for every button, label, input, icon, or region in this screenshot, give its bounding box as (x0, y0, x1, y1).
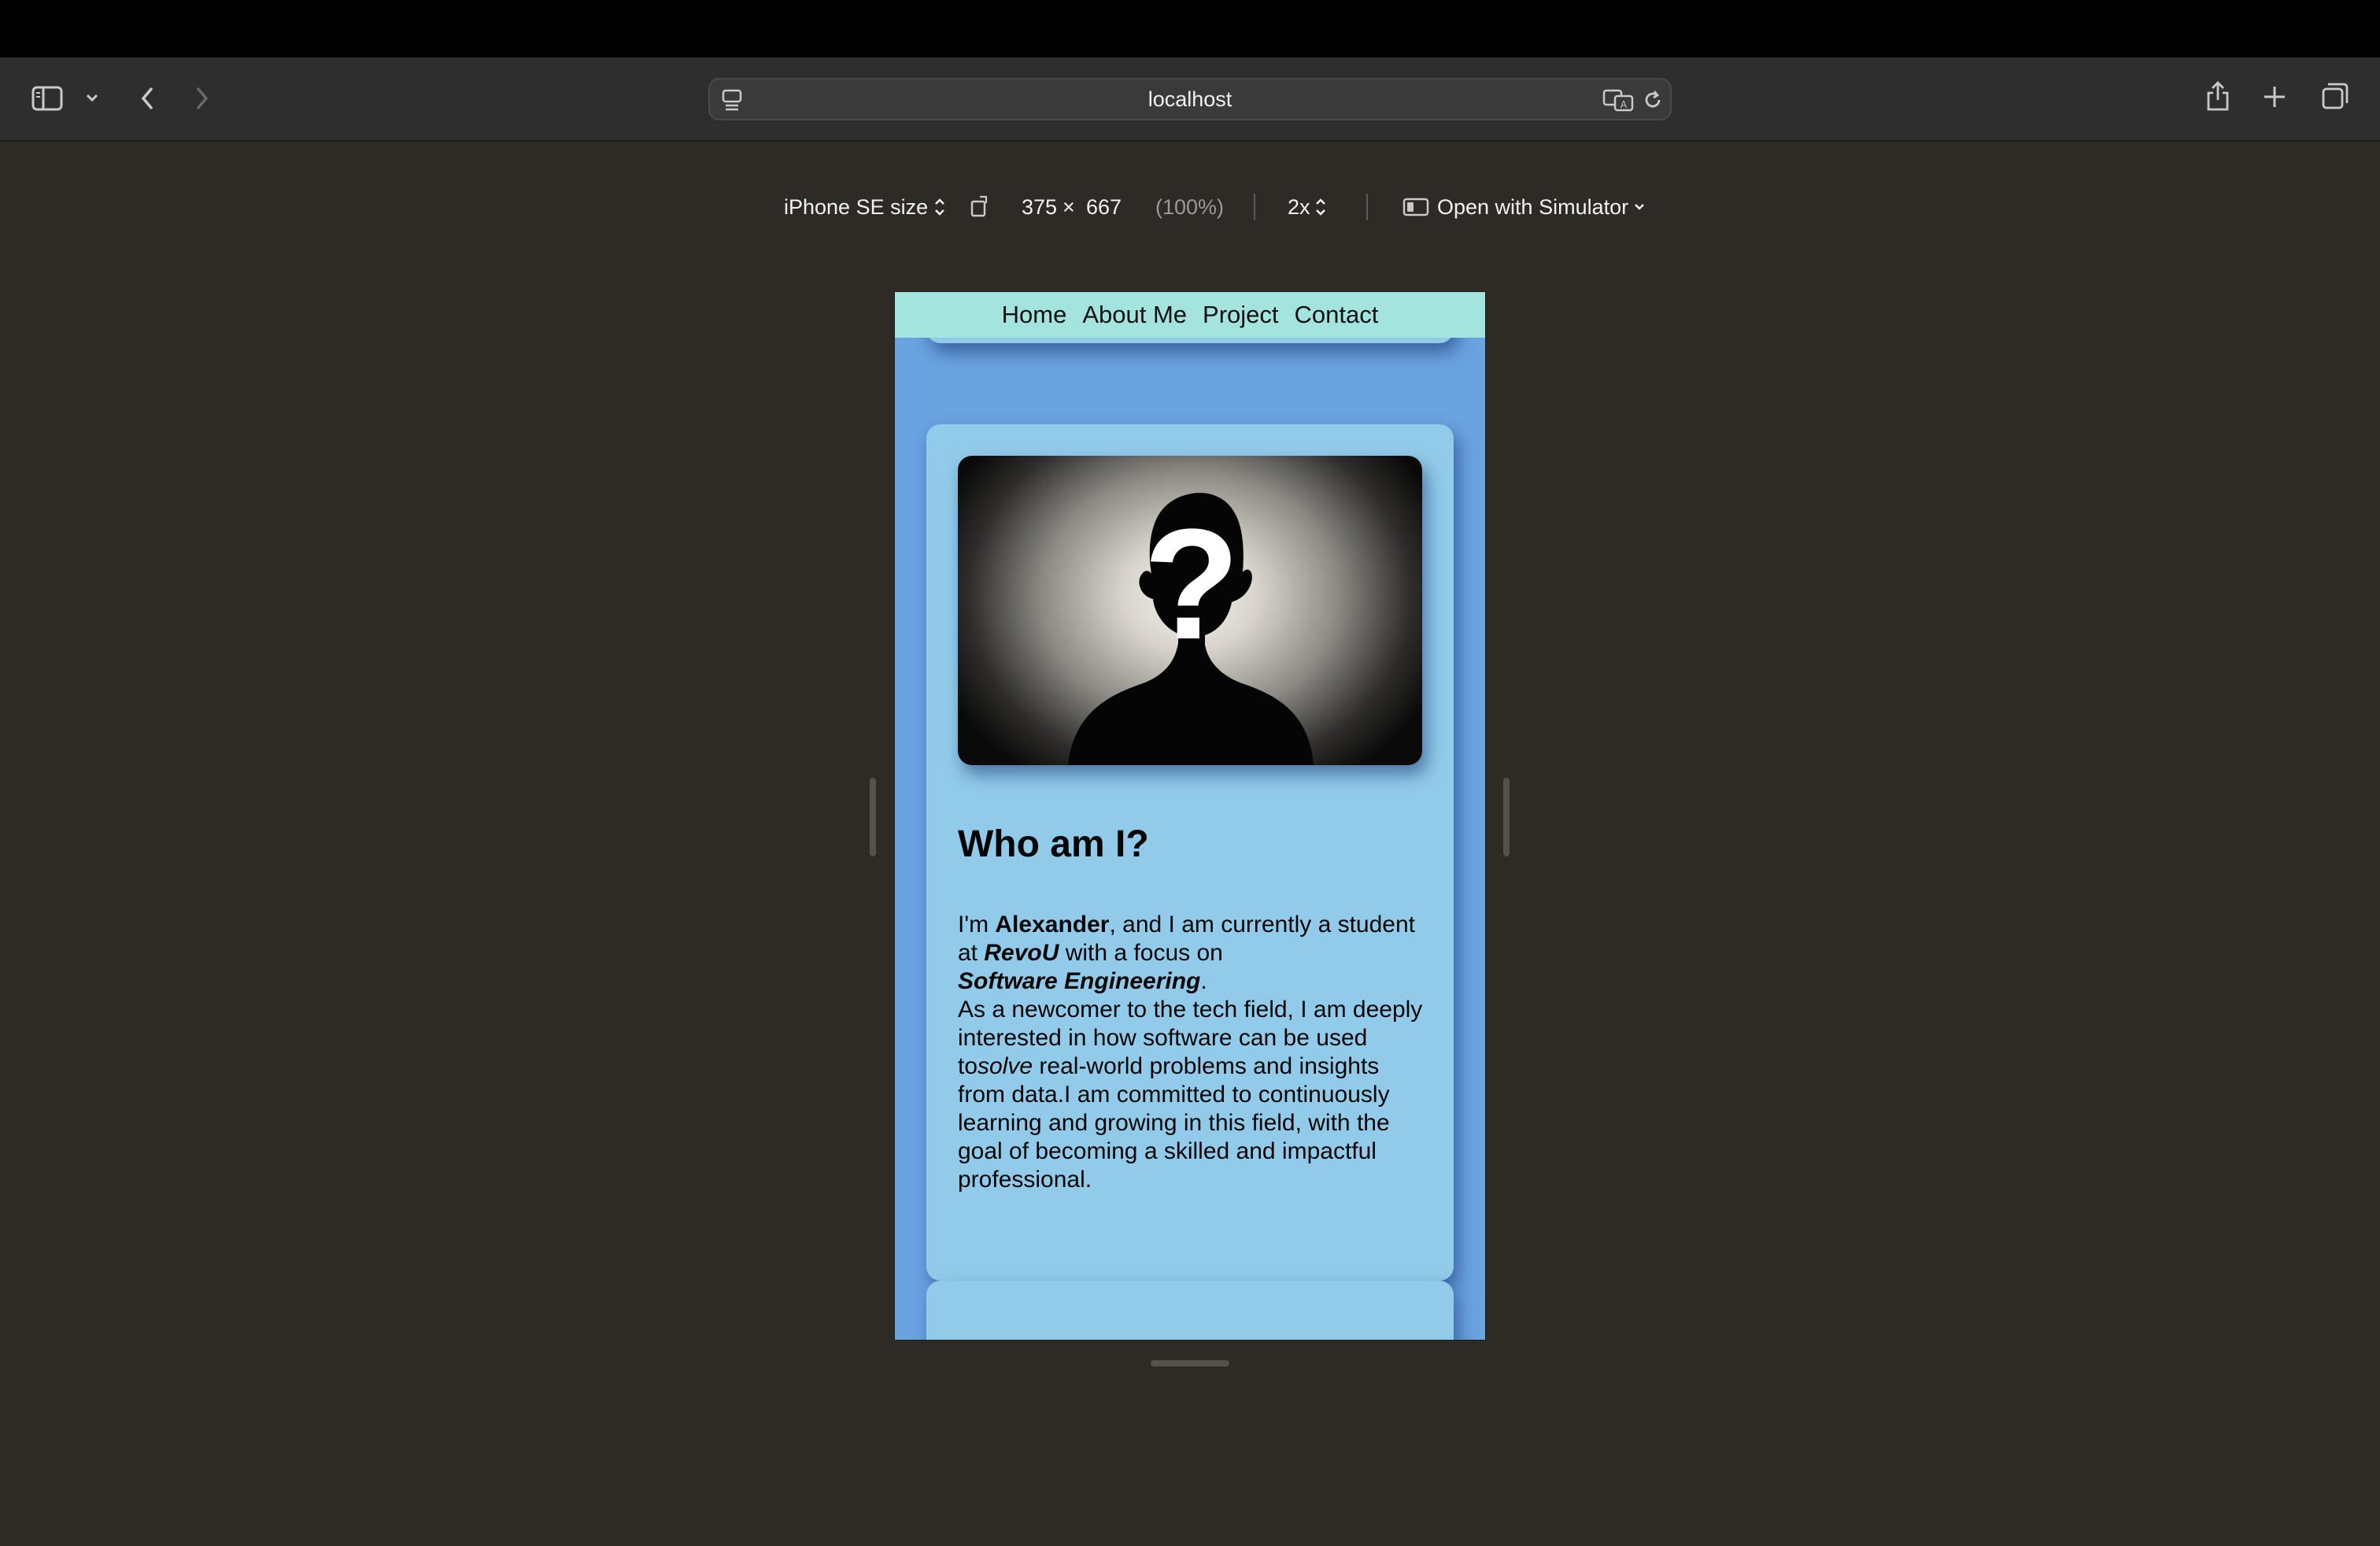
nav-project-link[interactable]: Project (1203, 301, 1278, 329)
tab-overview-icon[interactable] (2319, 80, 2352, 113)
simulator-icon (1402, 197, 1429, 217)
device-label: iPhone SE size (784, 194, 929, 219)
viewport-width[interactable]: 375 (1022, 179, 1057, 235)
browser-toolbar: localhost A (0, 57, 2380, 142)
menu-bar-area (0, 0, 2380, 57)
about-solve: solve (978, 1053, 1033, 1079)
silhouette-image: ? (1068, 493, 1314, 765)
sidebar-toggle-icon[interactable] (30, 81, 65, 116)
about-card: ? Who am I? I'm Alexander, and I am curr… (926, 424, 1454, 1281)
up-down-chevron-icon (934, 197, 945, 217)
responsive-design-toolbar: iPhone SE size 375 × 667 (100%) 2x Open … (0, 179, 2380, 235)
rotate-icon[interactable] (966, 192, 993, 220)
about-name: Alexander (995, 912, 1110, 938)
address-bar[interactable]: localhost A (708, 78, 1672, 120)
about-text: I'm Alexander, and I am currently a stud… (958, 911, 1430, 1194)
device-viewport: Home About Me Project Contact ? Who am I… (895, 292, 1485, 1340)
profile-photo: ? (958, 456, 1422, 765)
chevron-down-icon[interactable] (80, 86, 104, 109)
viewport-height[interactable]: 667 (1086, 179, 1122, 235)
separator (1366, 194, 1368, 220)
about-text-part: with a focus on (1059, 940, 1223, 966)
about-focus: Software Engineering (958, 968, 1201, 994)
about-school: RevoU (984, 940, 1059, 966)
separator (1254, 194, 1255, 220)
about-text-part: I'm (958, 912, 996, 938)
nav-about-link[interactable]: About Me (1082, 301, 1187, 329)
share-icon[interactable] (2202, 76, 2234, 116)
nav-contact-link[interactable]: Contact (1295, 301, 1379, 329)
reload-icon[interactable] (1639, 86, 1667, 114)
svg-text:A: A (1621, 99, 1628, 110)
simulator-button[interactable]: Open with Simulator (1402, 179, 1646, 235)
new-tab-icon[interactable] (2259, 81, 2290, 113)
translate-icon[interactable]: A (1601, 86, 1635, 114)
device-select[interactable]: iPhone SE size (784, 179, 945, 235)
about-heading: Who am I? (958, 823, 1149, 865)
about-text-part: . (1200, 968, 1207, 994)
chevron-down-icon (1633, 202, 1646, 212)
nav-home-link[interactable]: Home (1002, 301, 1067, 329)
site-navbar: Home About Me Project Contact (895, 292, 1485, 338)
svg-text:?: ? (1144, 497, 1240, 672)
url-text: localhost (1148, 87, 1232, 111)
resize-handle-right[interactable] (1503, 778, 1510, 856)
up-down-chevron-icon (1315, 197, 1326, 217)
resize-handle-bottom[interactable] (1151, 1360, 1229, 1367)
simulator-label: Open with Simulator (1437, 194, 1629, 219)
resize-handle-left[interactable] (870, 778, 876, 856)
times-symbol: × (1062, 194, 1075, 219)
next-section-card (926, 1281, 1454, 1340)
forward-icon[interactable] (186, 81, 217, 116)
zoom-level: (100%) (1155, 194, 1225, 219)
back-icon[interactable] (132, 81, 164, 116)
scale-label: 2x (1288, 194, 1310, 219)
scale-select[interactable]: 2x (1288, 179, 1326, 235)
